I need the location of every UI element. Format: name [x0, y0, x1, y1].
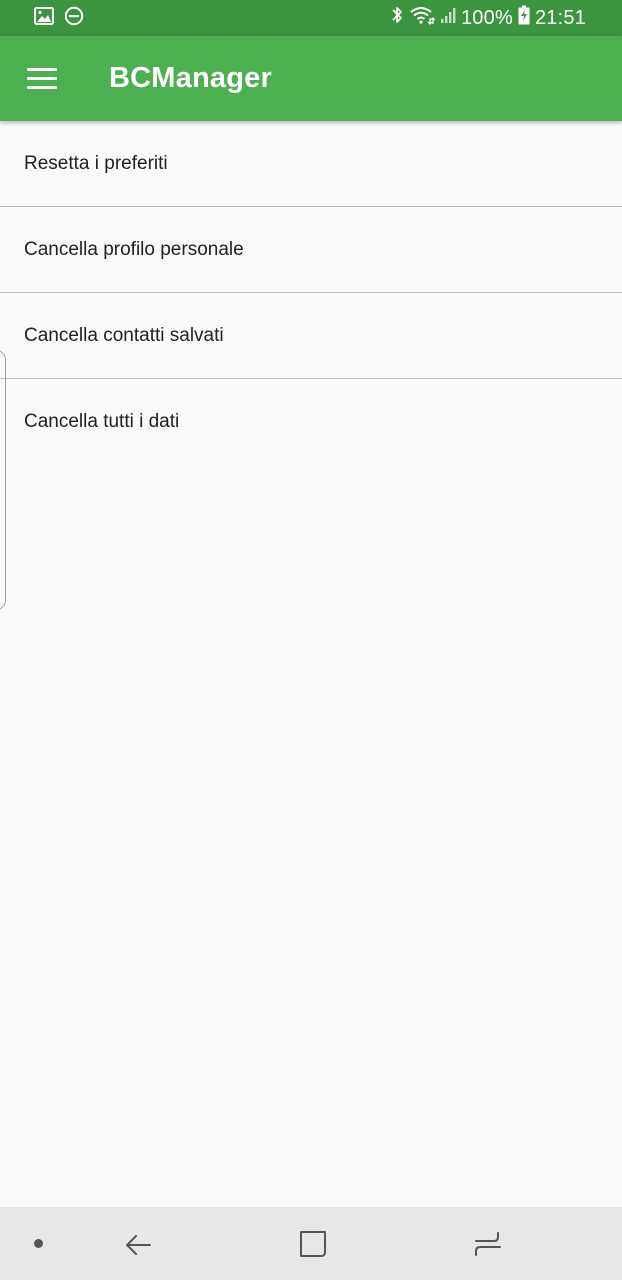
settings-list: Resetta i preferiti Cancella profilo per… [0, 121, 622, 465]
wifi-icon [409, 5, 436, 31]
reset-favorites-item[interactable]: Resetta i preferiti [0, 121, 622, 207]
delete-saved-contacts-item[interactable]: Cancella contatti salvati [0, 293, 622, 379]
navigation-bar [0, 1207, 622, 1280]
back-icon[interactable] [120, 1225, 160, 1265]
battery-percent: 100% [460, 6, 513, 29]
battery-charging-icon [518, 5, 530, 31]
status-bar: 100% 21:51 [0, 0, 622, 36]
overview-icon[interactable] [294, 1225, 334, 1265]
gallery-icon [34, 6, 54, 30]
app-bar: BCManager [0, 36, 622, 121]
app-title: BCManager [109, 62, 272, 94]
status-right: 100% 21:51 [390, 5, 586, 31]
signal-icon [440, 6, 456, 30]
do-not-disturb-icon [64, 6, 84, 31]
delete-all-data-item[interactable]: Cancella tutti i dati [0, 379, 622, 465]
edge-panel-handle[interactable] [0, 350, 6, 610]
recent-apps-icon[interactable] [468, 1225, 508, 1265]
clock: 21:51 [534, 6, 586, 29]
hamburger-menu-icon[interactable] [27, 68, 57, 90]
status-left [34, 6, 84, 31]
home-dot-icon[interactable] [34, 1239, 43, 1248]
delete-personal-profile-item[interactable]: Cancella profilo personale [0, 207, 622, 293]
bluetooth-icon [390, 5, 404, 31]
